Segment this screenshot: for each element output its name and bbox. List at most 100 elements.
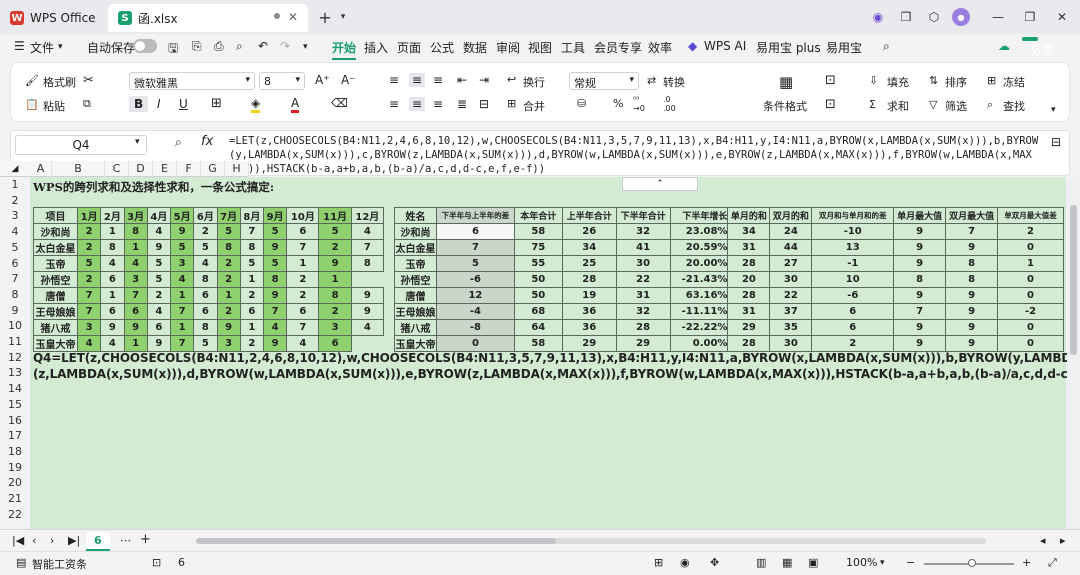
table-cell[interactable]: 3: [318, 319, 352, 336]
distribute-icon[interactable]: ⊟: [479, 97, 489, 111]
result-cell[interactable]: 单双月最大值差: [997, 207, 1064, 224]
table-cell[interactable]: 1: [239, 319, 265, 336]
row-header-6[interactable]: 6: [0, 256, 30, 271]
name-cell[interactable]: 孙悟空: [394, 271, 437, 288]
save-icon[interactable]: 🖫: [168, 39, 178, 60]
result-cell[interactable]: 24: [769, 223, 813, 240]
decrease-font-icon[interactable]: A⁻: [341, 73, 356, 87]
ai-assistant-icon[interactable]: ◉: [868, 8, 888, 26]
result-cell[interactable]: 2: [997, 223, 1064, 240]
scroll-right-icon[interactable]: ▸: [1060, 534, 1066, 547]
result-cell[interactable]: 7: [435, 239, 515, 256]
result-cell[interactable]: 12: [435, 287, 515, 304]
clear-format-icon[interactable]: ⌫: [331, 96, 348, 110]
share-button[interactable]: ⇪ 分享: [1022, 37, 1054, 58]
table-cell[interactable]: 2: [216, 303, 241, 320]
first-sheet-icon[interactable]: |◀: [12, 534, 24, 547]
table-cell[interactable]: 1: [100, 287, 125, 304]
zoom-slider[interactable]: [924, 559, 1014, 567]
table-cell[interactable]: 6: [193, 287, 218, 304]
result-cell[interactable]: 9: [893, 223, 947, 240]
column-header-h[interactable]: H: [225, 161, 249, 177]
indent-decrease-icon[interactable]: ⇤: [457, 73, 467, 87]
prev-sheet-icon[interactable]: ‹: [32, 534, 36, 547]
undo-icon[interactable]: ↶: [258, 39, 268, 53]
expand-formula-icon[interactable]: ⊟: [1051, 135, 1061, 149]
result-cell[interactable]: 下半年增长: [669, 207, 729, 224]
result-cell[interactable]: 34: [561, 239, 617, 256]
table-cell[interactable]: 9: [350, 287, 385, 304]
font-name-select[interactable]: 微软雅黑 ▾: [129, 72, 255, 90]
table-cell[interactable]: 8: [193, 319, 218, 336]
sheet-tab-6[interactable]: 6: [86, 532, 110, 551]
table-cell[interactable]: 8: [100, 239, 125, 256]
table-cell[interactable]: 5: [239, 255, 265, 272]
tab-file[interactable]: S 函.xlsx ✕: [108, 4, 308, 32]
table-cell[interactable]: 5: [262, 255, 288, 272]
result-cell[interactable]: 35: [769, 319, 813, 336]
table-cell[interactable]: 7: [76, 303, 102, 320]
result-cell[interactable]: 8: [945, 255, 999, 272]
table-cell[interactable]: 2: [318, 303, 352, 320]
decimal-increase-icon[interactable]: ⁰⁰ →0: [633, 95, 645, 113]
result-cell[interactable]: 9: [893, 239, 947, 256]
result-cell[interactable]: 29: [727, 319, 771, 336]
result-cell[interactable]: 23.08%: [669, 223, 729, 240]
result-cell[interactable]: 20.59%: [669, 239, 729, 256]
row-header-14[interactable]: 14: [0, 381, 30, 396]
result-cell[interactable]: 双月和与单月和的差: [811, 207, 895, 224]
row-header-13[interactable]: 13: [0, 365, 30, 380]
name-cell[interactable]: 唐僧: [33, 287, 78, 304]
result-cell[interactable]: 双月的和: [769, 207, 813, 224]
wrap-text-button[interactable]: 换行: [523, 74, 545, 90]
table-cell[interactable]: 2: [216, 255, 241, 272]
result-cell[interactable]: 75: [513, 239, 563, 256]
row-header-16[interactable]: 16: [0, 413, 30, 428]
table-cell[interactable]: 6: [100, 303, 125, 320]
table-cell[interactable]: 3: [76, 319, 102, 336]
result-cell[interactable]: 36: [561, 303, 617, 320]
result-cell[interactable]: -8: [435, 319, 515, 336]
export-icon[interactable]: ⎘: [192, 39, 202, 54]
align-middle-icon[interactable]: ≡: [409, 73, 426, 87]
table-cell[interactable]: 2: [286, 287, 320, 304]
column-header-f[interactable]: F: [177, 161, 201, 177]
result-cell[interactable]: 10: [811, 271, 895, 288]
table-cell[interactable]: 5月: [169, 207, 195, 224]
menu-review[interactable]: 审阅: [496, 39, 520, 56]
table-cell[interactable]: 4: [262, 319, 288, 336]
result-cell[interactable]: 20: [727, 271, 771, 288]
result-cell[interactable]: 32: [615, 303, 671, 320]
result-cell[interactable]: -1: [811, 255, 895, 272]
menu-data[interactable]: 数据: [463, 39, 487, 56]
table-cell[interactable]: 6: [100, 271, 125, 288]
add-sheet-icon[interactable]: +: [140, 532, 151, 547]
next-sheet-icon[interactable]: ›: [50, 534, 54, 547]
result-cell[interactable]: 28: [615, 319, 671, 336]
result-cell[interactable]: -22.22%: [669, 319, 729, 336]
zoom-in-icon[interactable]: +: [1022, 556, 1031, 569]
avatar[interactable]: ●: [952, 8, 970, 26]
border-icon[interactable]: ⊞: [211, 96, 222, 111]
table-cell[interactable]: 1: [286, 255, 320, 272]
result-cell[interactable]: 双月最大值: [945, 207, 999, 224]
fullscreen-icon[interactable]: ⤢: [1048, 556, 1057, 570]
result-cell[interactable]: -11.11%: [669, 303, 729, 320]
filter-button[interactable]: 筛选: [945, 98, 967, 114]
result-cell[interactable]: -21.43%: [669, 271, 729, 288]
result-cell[interactable]: 单月最大值: [893, 207, 947, 224]
table-cell[interactable]: 8: [239, 239, 265, 256]
collapse-toolbar-handle[interactable]: ⌃: [622, 177, 698, 191]
bold-button[interactable]: B: [129, 96, 149, 112]
result-cell[interactable]: 9: [893, 287, 947, 304]
close-tab-icon[interactable]: ✕: [288, 10, 298, 24]
fill-button[interactable]: 填充: [887, 74, 909, 90]
result-cell[interactable]: -6: [811, 287, 895, 304]
align-left-icon[interactable]: ≡: [389, 97, 399, 111]
result-cell[interactable]: 64: [513, 319, 563, 336]
column-header-e[interactable]: E: [153, 161, 177, 177]
row-header-15[interactable]: 15: [0, 397, 30, 412]
macro-icon[interactable]: ⊡: [152, 556, 161, 569]
result-cell[interactable]: 58: [513, 223, 563, 240]
result-cell[interactable]: 1: [997, 255, 1064, 272]
